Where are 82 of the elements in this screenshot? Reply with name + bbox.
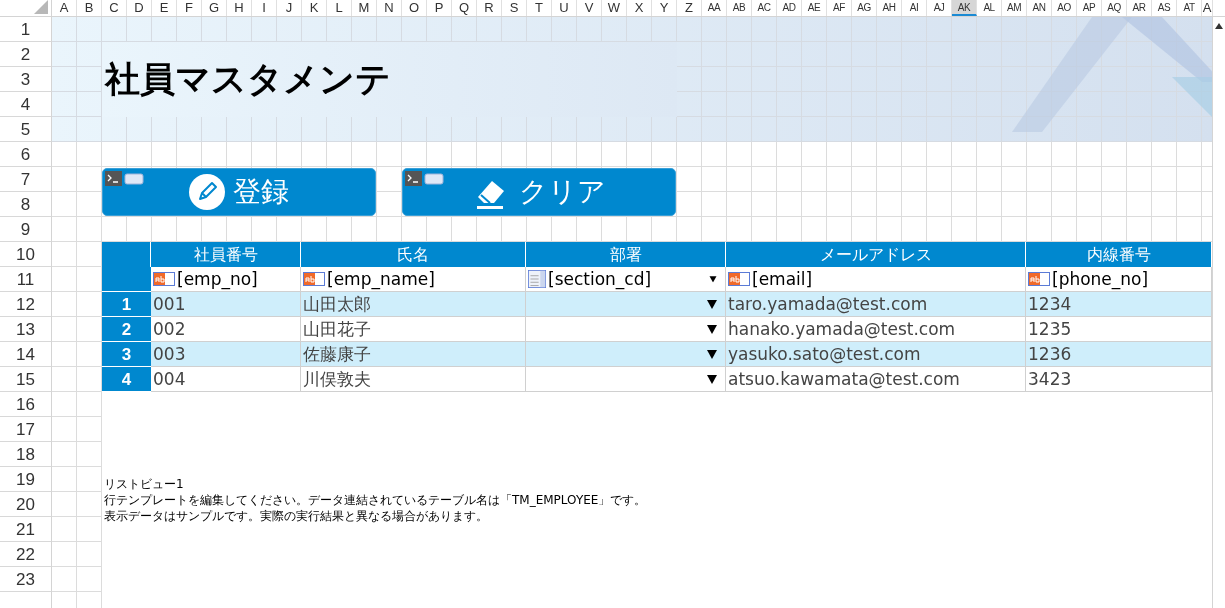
textbox-icon [303,272,325,286]
table-cell: 山田太郎 [303,292,371,316]
row-header[interactable]: 5 [0,117,52,142]
template-row-header [102,267,151,292]
row-header[interactable]: 19 [0,467,52,492]
page-title: 社員マスタメンテ [103,58,391,101]
table-cell: 003 [153,344,186,364]
list-caption: リストビュー1 [104,476,185,492]
dropdown-icon[interactable] [707,349,717,359]
row-header[interactable]: 6 [0,142,52,167]
table-cell: 1234 [1028,294,1072,314]
row-header[interactable]: 20 [0,492,52,517]
textbox-icon [153,272,175,286]
table-cell: 004 [153,369,186,389]
column-heading: 社員番号 [151,242,301,267]
row-header[interactable]: 3 [0,67,52,92]
table-cell: 佐藤康子 [303,342,371,366]
row-header[interactable]: 18 [0,442,52,467]
dropdown-icon[interactable] [707,374,717,384]
row-header[interactable]: 10 [0,242,52,267]
table-cell: 山田花子 [303,317,371,341]
row-header[interactable]: 12 [0,292,52,317]
row-number: 4 [102,367,151,392]
row-header[interactable]: 15 [0,367,52,392]
row-header[interactable]: 7 [0,167,52,192]
dropdown-icon[interactable] [707,299,717,309]
column-header[interactable]: A [1202,0,1213,16]
note-text: 行テンプレートを編集してください。データ連結されているテーブル名は「TM_EMPLOYEE」です。 [104,492,648,508]
template-field[interactable]: [phone_no] [1026,267,1212,292]
column-heading: 部署 [526,242,726,267]
dropdown-icon[interactable] [707,324,717,334]
vertical-scrollbar[interactable] [1212,17,1225,608]
row-header[interactable]: 1 [0,17,52,42]
template-field[interactable]: [email] [726,267,1026,292]
row-header[interactable]: 22 [0,542,52,567]
scroll-up-icon[interactable] [1214,21,1224,31]
row-header[interactable]: 4 [0,92,52,117]
row-number: 3 [102,342,151,367]
note-text: 表示データはサンプルです。実際の実行結果と異なる場合があります。 [104,508,489,524]
table-cell: 川俣敦夫 [303,367,371,391]
pencil-icon [189,174,225,210]
template-field[interactable]: [emp_name] [301,267,526,292]
column-heading: 氏名 [301,242,526,267]
table-cell: 1235 [1028,319,1072,339]
terminal-icon [105,171,145,187]
row-header[interactable]: 23 [0,567,52,592]
table-cell: 3423 [1028,369,1072,389]
table-cell: yasuko.sato@test.com [728,344,921,364]
column-heading: 内線番号 [1026,242,1212,267]
column-heading: メールアドレス [726,242,1026,267]
row-header[interactable]: 9 [0,217,52,242]
textbox-icon [728,272,750,286]
table-cell: taro.yamada@test.com [728,294,928,314]
terminal-icon [405,171,445,187]
table-cell: 002 [153,319,186,339]
row-header[interactable]: 17 [0,417,52,442]
table-cell: hanako.yamada@test.com [728,319,956,339]
row-header[interactable]: 11 [0,267,52,292]
dropdown-cell[interactable] [526,342,726,367]
dropdown-cell[interactable] [526,317,726,342]
dropdown-cell[interactable] [526,292,726,317]
row-number: 2 [102,317,151,342]
table-cell: 001 [153,294,186,314]
template-field[interactable]: [section_cd] [526,267,726,292]
row-header[interactable]: 14 [0,342,52,367]
combobox-icon [528,270,546,288]
action-button[interactable]: クリア [402,168,676,216]
row-header[interactable]: 16 [0,392,52,417]
column-header[interactable]: AK [952,0,977,16]
row-header[interactable]: 13 [0,317,52,342]
textbox-icon [1028,272,1050,286]
dropdown-icon[interactable] [709,275,717,283]
table-cell: 1236 [1028,344,1072,364]
row-number: 1 [102,292,151,317]
row-header[interactable]: 21 [0,517,52,542]
template-field[interactable]: [emp_no] [151,267,301,292]
dropdown-cell[interactable] [526,367,726,392]
row-header[interactable]: 2 [0,42,52,67]
corner-header [102,242,151,267]
table-cell: atsuo.kawamata@test.com [728,369,960,389]
action-button[interactable]: 登録 [102,168,376,216]
row-header[interactable]: 8 [0,192,52,217]
